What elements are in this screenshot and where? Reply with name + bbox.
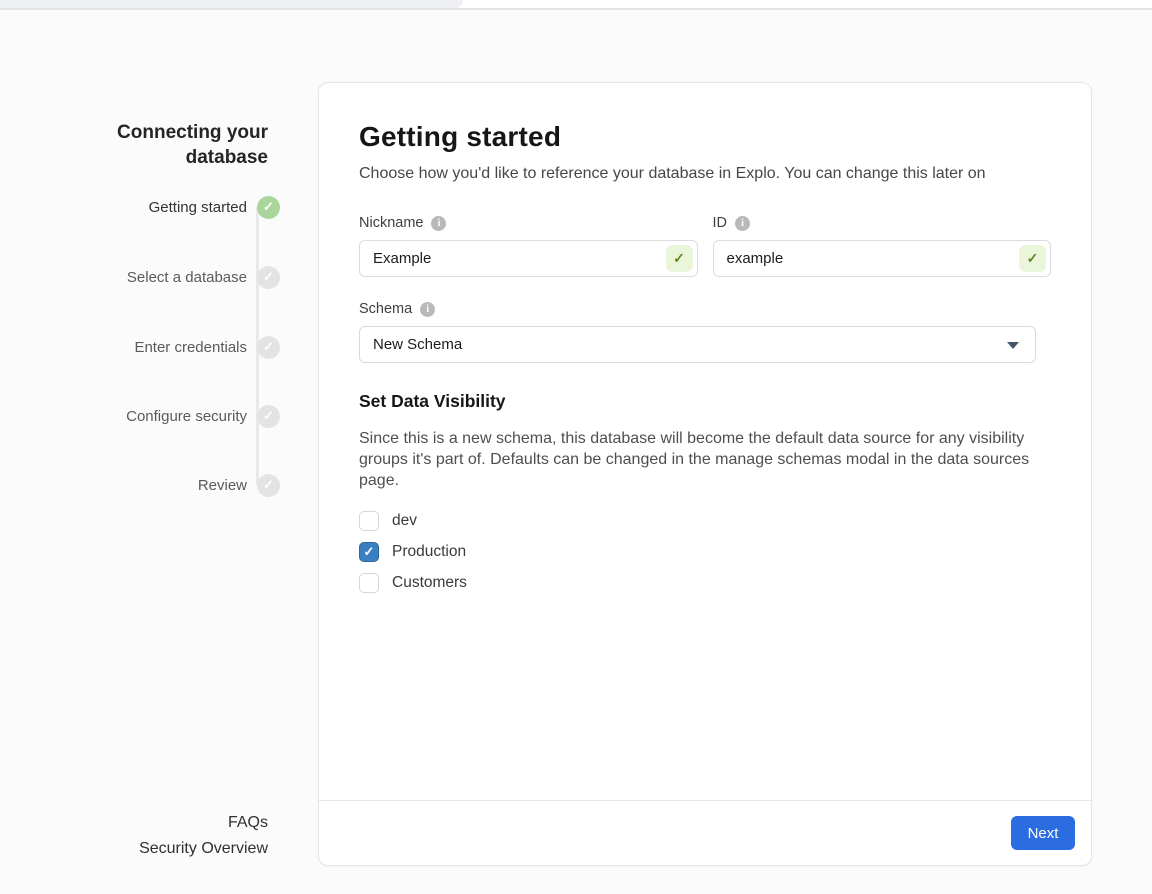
security-overview-link[interactable]: Security Overview [80, 836, 268, 862]
next-button[interactable]: Next [1011, 816, 1075, 850]
step-pending-check-icon: ✓ [257, 474, 280, 497]
checkbox-row-dev[interactable]: dev [359, 511, 1051, 531]
step-getting-started[interactable]: Getting started ✓ [60, 195, 280, 219]
top-chrome-bar [0, 0, 1152, 10]
top-chrome-divider [0, 8, 1152, 10]
step-select-database[interactable]: Select a database ✓ [60, 265, 280, 289]
wizard-card: Getting started Choose how you'd like to… [318, 82, 1092, 866]
checkbox-label: Production [392, 543, 466, 561]
step-pending-check-icon: ✓ [257, 336, 280, 359]
step-review[interactable]: Review ✓ [60, 473, 280, 497]
visibility-heading: Set Data Visibility [359, 391, 1051, 412]
checkbox-row-customers[interactable]: Customers [359, 573, 1051, 593]
page-subtitle: Choose how you'd like to reference your … [359, 165, 1051, 183]
id-label: ID [713, 215, 728, 231]
card-footer: Next [319, 800, 1091, 865]
checkbox-unchecked[interactable] [359, 573, 379, 593]
nickname-field-group: Nickname i ✓ [359, 215, 698, 277]
step-label: Enter credentials [134, 339, 247, 356]
faqs-link[interactable]: FAQs [80, 810, 268, 836]
schema-label: Schema [359, 301, 412, 317]
info-icon[interactable]: i [735, 216, 750, 231]
schema-select[interactable]: New Schema [359, 326, 1036, 363]
top-chrome-tab-edge [0, 0, 463, 8]
valid-check-icon: ✓ [666, 245, 693, 272]
schema-select-value: New Schema [373, 336, 462, 353]
nickname-label: Nickname [359, 215, 423, 231]
nickname-input[interactable] [359, 240, 698, 277]
checkbox-checked[interactable]: ✓ [359, 542, 379, 562]
step-configure-security[interactable]: Configure security ✓ [60, 404, 280, 428]
id-field-group: ID i ✓ [713, 215, 1052, 277]
schema-field-group: Schema i New Schema [359, 301, 1036, 363]
checkbox-row-production[interactable]: ✓ Production [359, 542, 1051, 562]
wizard-title: Connecting your database [80, 120, 268, 170]
chevron-down-icon [1007, 342, 1019, 349]
step-enter-credentials[interactable]: Enter credentials ✓ [60, 335, 280, 359]
step-pending-check-icon: ✓ [257, 266, 280, 289]
sidebar-links: FAQs Security Overview [80, 810, 268, 862]
page-title: Getting started [359, 121, 1051, 153]
info-icon[interactable]: i [420, 302, 435, 317]
visibility-group-list: dev ✓ Production Customers [359, 511, 1051, 593]
step-label: Select a database [127, 269, 247, 286]
visibility-description: Since this is a new schema, this databas… [359, 428, 1049, 491]
checkbox-label: Customers [392, 574, 467, 592]
step-complete-check-icon: ✓ [257, 196, 280, 219]
checkbox-label: dev [392, 512, 417, 530]
step-label: Review [198, 477, 247, 494]
valid-check-icon: ✓ [1019, 245, 1046, 272]
info-icon[interactable]: i [431, 216, 446, 231]
id-input[interactable] [713, 240, 1052, 277]
checkbox-unchecked[interactable] [359, 511, 379, 531]
step-label: Getting started [149, 199, 247, 216]
step-pending-check-icon: ✓ [257, 405, 280, 428]
step-label: Configure security [126, 408, 247, 425]
